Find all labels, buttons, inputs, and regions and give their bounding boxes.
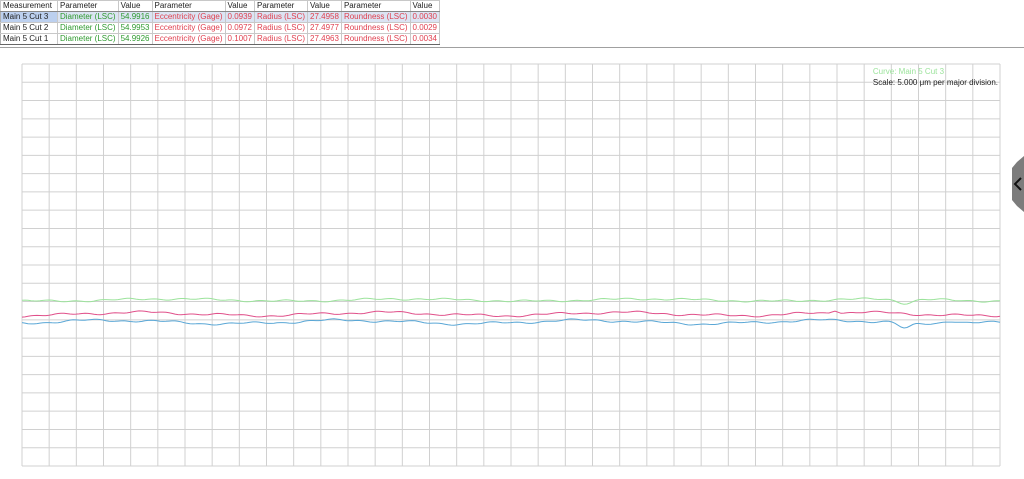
parameter-cell: Roundness (LSC): [340, 33, 411, 45]
value-cell: 0.0034: [409, 33, 441, 45]
col-header-measurement[interactable]: Measurement: [0, 0, 58, 12]
parameter-cell: Diameter (LSC): [57, 33, 119, 45]
parameter-cell: Radius (LSC): [253, 33, 309, 45]
parameter-cell: Roundness (LSC): [340, 22, 411, 34]
value-cell: 0.1007: [224, 33, 256, 45]
col-header-value-1[interactable]: Value: [117, 0, 153, 12]
value-cell: 0.0030: [409, 11, 441, 23]
value-cell: 0.0029: [409, 22, 441, 34]
plot-grid: [21, 63, 1001, 467]
value-cell: 27.4958: [307, 11, 342, 23]
parameter-cell: Eccentricity (Gage): [151, 11, 226, 23]
results-table: Measurement Parameter Value Parameter Va…: [0, 0, 441, 45]
value-cell: 54.9916: [117, 11, 153, 23]
table-row[interactable]: Main 5 Cut 3 Diameter (LSC) 54.9916 Ecce…: [0, 11, 441, 23]
measurement-cell: Main 5 Cut 1: [0, 33, 58, 45]
parameter-cell: Diameter (LSC): [57, 11, 119, 23]
table-header-row: Measurement Parameter Value Parameter Va…: [0, 0, 441, 12]
value-cell: 27.4963: [307, 33, 342, 45]
parameter-cell: Radius (LSC): [253, 22, 309, 34]
col-header-value-4[interactable]: Value: [409, 0, 441, 12]
col-header-value-2[interactable]: Value: [224, 0, 256, 12]
plot-legend: Curve: Main 5 Cut 3 Scale: 5.000 μm per …: [873, 66, 998, 88]
plot-canvas[interactable]: [0, 48, 1024, 474]
parameter-cell: Eccentricity (Gage): [151, 22, 226, 34]
measurement-cell: Main 5 Cut 2: [0, 22, 58, 34]
col-header-parameter-2[interactable]: Parameter: [151, 0, 226, 12]
measurement-cell: Main 5 Cut 3: [0, 11, 58, 23]
col-header-parameter-1[interactable]: Parameter: [57, 0, 119, 12]
side-panel-toggle[interactable]: [1012, 156, 1024, 212]
parameter-cell: Diameter (LSC): [57, 22, 119, 34]
legend-curve-label: Curve: Main 5 Cut 3: [872, 67, 945, 76]
roundness-plot[interactable]: [0, 48, 1024, 474]
table-row[interactable]: Main 5 Cut 1 Diameter (LSC) 54.9926 Ecce…: [0, 33, 441, 45]
value-cell: 54.9926: [117, 33, 153, 45]
table-row[interactable]: Main 5 Cut 2 Diameter (LSC) 54.9953 Ecce…: [0, 22, 441, 34]
col-header-parameter-4[interactable]: Parameter: [340, 0, 411, 12]
value-cell: 0.0939: [224, 11, 256, 23]
parameter-cell: Radius (LSC): [253, 11, 309, 23]
parameter-cell: Eccentricity (Gage): [151, 33, 226, 45]
value-cell: 27.4977: [307, 22, 342, 34]
col-header-parameter-3[interactable]: Parameter: [253, 0, 309, 12]
results-table-panel: Measurement Parameter Value Parameter Va…: [0, 0, 1024, 48]
chevron-left-icon: [1012, 156, 1024, 212]
value-cell: 54.9953: [117, 22, 153, 34]
legend-scale-label: Scale: 5.000 μm per major division.: [872, 78, 998, 87]
value-cell: 0.0972: [224, 22, 256, 34]
parameter-cell: Roundness (LSC): [340, 11, 411, 23]
col-header-value-3[interactable]: Value: [307, 0, 342, 12]
